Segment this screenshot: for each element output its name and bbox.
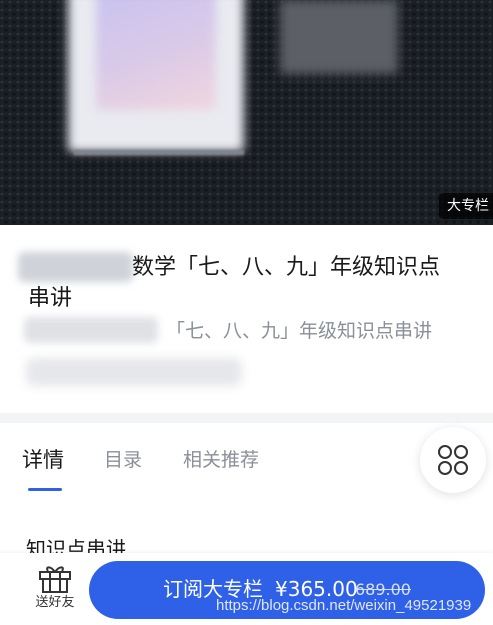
grid-menu-icon [438,445,468,475]
blurred-meta [26,358,242,386]
blurred-title-prefix [18,252,133,282]
active-tab-indicator [28,488,62,491]
tab-details[interactable]: 详情 [22,447,64,473]
section-divider [0,413,493,423]
cover-book-art [96,0,216,110]
more-menu-button[interactable] [420,427,486,493]
watermark-url: https://blog.csdn.net/weixin_49521939 [216,597,472,614]
course-title-line1: 数学「七、八、九」年级知识点 [132,255,441,280]
tab-recommendations[interactable]: 相关推荐 [183,447,259,473]
course-subtitle: 「七、八、九」年级知识点串讲 [166,320,433,342]
course-title-line2: 串讲 [28,286,73,311]
blurred-subtitle-prefix [24,317,158,343]
send-friend-button[interactable]: 送好友 [24,563,86,619]
course-cover: 大专栏 [0,0,493,225]
column-type-badge: 大专栏 [439,193,493,219]
cover-blurred-card [280,0,398,74]
send-friend-label: 送好友 [35,595,75,610]
tab-bar: 详情 目录 相关推荐 [0,423,493,503]
cover-shelf [74,150,244,155]
gift-icon [39,566,71,593]
cover-book-image [68,0,244,152]
tab-catalog[interactable]: 目录 [104,447,142,473]
